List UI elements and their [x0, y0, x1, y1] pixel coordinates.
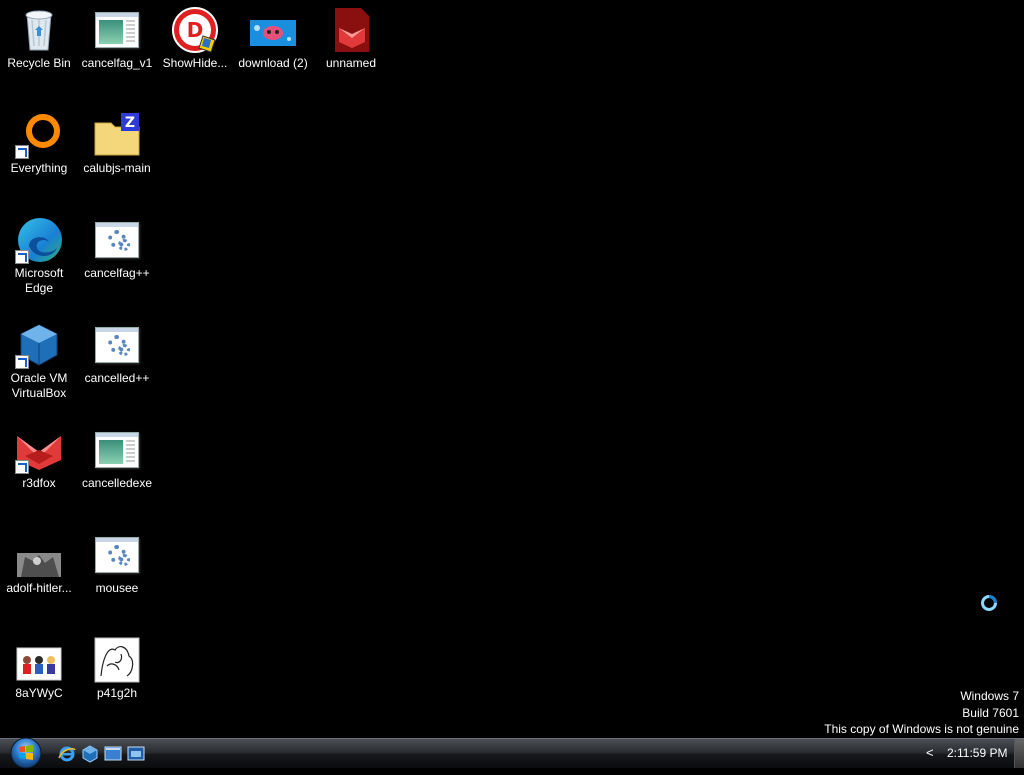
showhide-icon: D — [171, 6, 219, 54]
svg-text:D: D — [187, 18, 204, 42]
everything-icon — [15, 111, 63, 159]
cancelled-pp-label: cancelled++ — [84, 371, 150, 385]
cancelfag-v1-label: cancelfag_v1 — [81, 56, 153, 70]
zip-folder-icon: Z — [93, 111, 141, 159]
settings-application-icon — [93, 216, 141, 264]
watermark-line-3: This copy of Windows is not genuine — [824, 722, 1019, 736]
cancelledexe-label: cancelledexe — [81, 476, 153, 490]
desktop-icon-microsoft-edge[interactable]: Microsoft Edge — [0, 210, 78, 296]
virtualbox-icon — [82, 745, 98, 763]
show-hidden-icons-chevron[interactable]: < — [926, 745, 934, 760]
showhide-label: ShowHide... — [162, 56, 228, 70]
switch-windows-quicklaunch[interactable] — [127, 745, 145, 763]
desktop-icon-p41g2h[interactable]: p41g2h — [78, 630, 156, 701]
edge-icon — [15, 216, 63, 264]
system-tray: < 2:11:59 PM — [914, 739, 1024, 768]
adolf-label: adolf-hitler... — [6, 581, 72, 595]
p41g2h-label: p41g2h — [96, 686, 138, 700]
internet-explorer-icon — [58, 746, 76, 762]
svg-text:Z: Z — [125, 115, 135, 131]
settings-application-icon — [93, 531, 141, 579]
show-desktop-button[interactable] — [1014, 739, 1024, 768]
busy-cursor-icon — [980, 594, 998, 612]
image-thumbnail-icon — [327, 6, 375, 54]
desktop-icon-r3dfox[interactable]: r3dfox — [0, 420, 78, 491]
desktop-icon-unnamed[interactable]: unnamed — [312, 0, 390, 71]
recycle-bin-label: Recycle Bin — [7, 56, 71, 70]
desktop-icon-cancelfag-pp[interactable]: cancelfag++ — [78, 210, 156, 281]
mousee-label: mousee — [95, 581, 139, 595]
desktop-icon-download-2[interactable]: download (2) — [234, 0, 312, 71]
image-thumbnail-icon — [249, 6, 297, 54]
watermark-line-1: Windows 7 — [960, 689, 1019, 703]
edge-label-line1: Microsoft — [14, 266, 64, 280]
taskbar-clock[interactable]: 2:11:59 PM — [947, 746, 1007, 760]
download-2-label: download (2) — [238, 56, 308, 70]
desktop-icon-calubjs-main[interactable]: Z calubjs-main — [78, 105, 156, 176]
virtualbox-quicklaunch[interactable] — [81, 745, 99, 763]
desktop-icon-cancelled-pp[interactable]: cancelled++ — [78, 315, 156, 386]
virtualbox-label-line1: Oracle VM — [10, 371, 68, 385]
cancelfag-pp-label: cancelfag++ — [84, 266, 150, 280]
internet-explorer-quicklaunch[interactable] — [58, 745, 76, 763]
desktop-icon-adolf-hitler[interactable]: adolf-hitler... — [0, 525, 78, 596]
watermark-line-2: Build 7601 — [962, 705, 1019, 720]
desktop-icon-recycle-bin[interactable]: Recycle Bin — [0, 0, 78, 71]
virtualbox-label-line2: VirtualBox — [11, 386, 67, 400]
sketch-thumbnail-icon — [93, 636, 141, 684]
desktop-icon-showhide[interactable]: D ShowHide... — [156, 0, 234, 71]
everything-label: Everything — [10, 161, 68, 175]
desktop-icon-everything[interactable]: Everything — [0, 105, 78, 176]
desktop-icon-mousee[interactable]: mousee — [78, 525, 156, 596]
application-window-icon — [93, 426, 141, 474]
desktop-window-icon — [104, 746, 122, 761]
shortcut-arrow-icon — [15, 145, 29, 159]
desktop-icon-cancelledexe[interactable]: cancelledexe — [78, 420, 156, 491]
r3dfox-icon — [15, 426, 63, 474]
unnamed-label: unnamed — [325, 56, 377, 70]
edge-label-line2: Edge — [24, 281, 54, 295]
calubjs-main-label: calubjs-main — [83, 161, 151, 175]
desktop-icon-cancelfag-v1[interactable]: cancelfag_v1 — [78, 0, 156, 71]
start-button[interactable] — [7, 736, 45, 770]
taskbar[interactable]: < 2:11:59 PM — [0, 736, 1024, 770]
virtualbox-icon — [15, 321, 63, 369]
shortcut-arrow-icon — [15, 250, 29, 264]
recycle-bin-icon — [15, 6, 63, 54]
windows-genuine-watermark: Windows 7 Build 7601 This copy of Window… — [824, 688, 1019, 738]
image-thumbnail-icon — [15, 636, 63, 684]
windows-orb-icon — [10, 737, 42, 769]
desktop-icon-8aywyc[interactable]: 8aYWyC — [0, 630, 78, 701]
desktop[interactable]: Recycle Bin Everything Microsoft Edge Or… — [0, 0, 1024, 738]
shortcut-arrow-icon — [15, 355, 29, 369]
8aywyc-label: 8aYWyC — [15, 686, 63, 700]
show-desktop-quicklaunch[interactable] — [104, 745, 122, 763]
application-window-icon — [93, 6, 141, 54]
shortcut-arrow-icon — [15, 460, 29, 474]
photo-thumbnail-icon — [15, 531, 63, 579]
desktop-icon-virtualbox[interactable]: Oracle VM VirtualBox — [0, 315, 78, 401]
settings-application-icon — [93, 321, 141, 369]
r3dfox-label: r3dfox — [22, 476, 56, 490]
switch-windows-icon — [127, 746, 145, 761]
